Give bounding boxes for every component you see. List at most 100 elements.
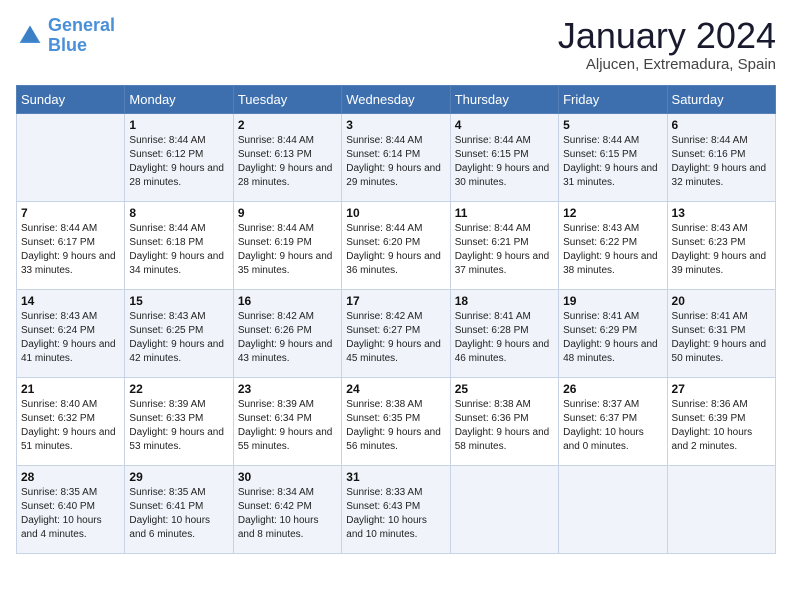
weekday-header-friday: Friday: [559, 85, 667, 113]
weekday-header-row: SundayMondayTuesdayWednesdayThursdayFrid…: [17, 85, 776, 113]
day-number: 10: [346, 206, 445, 220]
day-number: 13: [672, 206, 771, 220]
day-number: 12: [563, 206, 662, 220]
calendar-cell: 28Sunrise: 8:35 AM Sunset: 6:40 PM Dayli…: [17, 465, 125, 553]
calendar-cell: 22Sunrise: 8:39 AM Sunset: 6:33 PM Dayli…: [125, 377, 233, 465]
day-number: 19: [563, 294, 662, 308]
calendar-cell: 14Sunrise: 8:43 AM Sunset: 6:24 PM Dayli…: [17, 289, 125, 377]
day-number: 1: [129, 118, 228, 132]
day-detail: Sunrise: 8:40 AM Sunset: 6:32 PM Dayligh…: [21, 398, 120, 454]
day-detail: Sunrise: 8:35 AM Sunset: 6:41 PM Dayligh…: [129, 486, 228, 542]
calendar-cell: 7Sunrise: 8:44 AM Sunset: 6:17 PM Daylig…: [17, 201, 125, 289]
logo-line2: Blue: [48, 35, 87, 55]
day-detail: Sunrise: 8:43 AM Sunset: 6:25 PM Dayligh…: [129, 310, 228, 366]
day-number: 9: [238, 206, 337, 220]
location: Aljucen, Extremadura, Spain: [558, 56, 776, 73]
logo-icon: [16, 22, 44, 50]
day-number: 31: [346, 470, 445, 484]
day-number: 8: [129, 206, 228, 220]
day-detail: Sunrise: 8:44 AM Sunset: 6:20 PM Dayligh…: [346, 222, 445, 278]
calendar-cell: 13 Sunrise: 8:43 AM Sunset: 6:23 PM Dayli…: [667, 201, 775, 289]
weekday-header-tuesday: Tuesday: [233, 85, 341, 113]
calendar-cell: 18Sunrise: 8:41 AM Sunset: 6:28 PM Dayli…: [450, 289, 558, 377]
day-detail: Sunrise: 8:38 AM Sunset: 6:36 PM Dayligh…: [455, 398, 554, 454]
day-detail: Sunrise: 8:44 AM Sunset: 6:14 PM Dayligh…: [346, 134, 445, 190]
weekday-header-sunday: Sunday: [17, 85, 125, 113]
day-detail: Sunrise: 8:44 AM Sunset: 6:17 PM Dayligh…: [21, 222, 120, 278]
calendar-cell: 3 Sunrise: 8:44 AM Sunset: 6:14 PM Daylig…: [342, 113, 450, 201]
weekday-header-saturday: Saturday: [667, 85, 775, 113]
title-block: January 2024 Aljucen, Extremadura, Spain: [558, 16, 776, 73]
calendar-table: SundayMondayTuesdayWednesdayThursdayFrid…: [16, 85, 776, 554]
calendar-cell: 4Sunrise: 8:44 AM Sunset: 6:15 PM Daylig…: [450, 113, 558, 201]
calendar-cell: 31 Sunrise: 8:33 AM Sunset: 6:43 PM Dayli…: [342, 465, 450, 553]
calendar-cell: 8 Sunrise: 8:44 AM Sunset: 6:18 PM Daylig…: [125, 201, 233, 289]
weekday-header-wednesday: Wednesday: [342, 85, 450, 113]
calendar-cell: 26Sunrise: 8:37 AM Sunset: 6:37 PM Dayli…: [559, 377, 667, 465]
day-number: 15: [129, 294, 228, 308]
day-number: 16: [238, 294, 337, 308]
calendar-cell: 5Sunrise: 8:44 AM Sunset: 6:15 PM Daylig…: [559, 113, 667, 201]
calendar-cell: 12 Sunrise: 8:43 AM Sunset: 6:22 PM Dayli…: [559, 201, 667, 289]
week-row-2: 7Sunrise: 8:44 AM Sunset: 6:17 PM Daylig…: [17, 201, 776, 289]
day-detail: Sunrise: 8:33 AM Sunset: 6:43 PM Dayligh…: [346, 486, 445, 542]
page-header: General Blue January 2024 Aljucen, Extre…: [16, 16, 776, 73]
calendar-cell: 21 Sunrise: 8:40 AM Sunset: 6:32 PM Dayli…: [17, 377, 125, 465]
day-detail: Sunrise: 8:35 AM Sunset: 6:40 PM Dayligh…: [21, 486, 120, 542]
day-number: 29: [129, 470, 228, 484]
day-number: 26: [563, 382, 662, 396]
week-row-3: 14Sunrise: 8:43 AM Sunset: 6:24 PM Dayli…: [17, 289, 776, 377]
calendar-cell: 30 Sunrise: 8:34 AM Sunset: 6:42 PM Dayli…: [233, 465, 341, 553]
day-detail: Sunrise: 8:36 AM Sunset: 6:39 PM Dayligh…: [672, 398, 771, 454]
day-detail: Sunrise: 8:44 AM Sunset: 6:21 PM Dayligh…: [455, 222, 554, 278]
day-detail: Sunrise: 8:43 AM Sunset: 6:24 PM Dayligh…: [21, 310, 120, 366]
calendar-cell: 10 Sunrise: 8:44 AM Sunset: 6:20 PM Dayli…: [342, 201, 450, 289]
day-detail: Sunrise: 8:43 AM Sunset: 6:22 PM Dayligh…: [563, 222, 662, 278]
day-number: 23: [238, 382, 337, 396]
day-detail: Sunrise: 8:39 AM Sunset: 6:34 PM Dayligh…: [238, 398, 337, 454]
calendar-cell: 11 Sunrise: 8:44 AM Sunset: 6:21 PM Dayli…: [450, 201, 558, 289]
day-number: 21: [21, 382, 120, 396]
week-row-5: 28Sunrise: 8:35 AM Sunset: 6:40 PM Dayli…: [17, 465, 776, 553]
calendar-cell: 9Sunrise: 8:44 AM Sunset: 6:19 PM Daylig…: [233, 201, 341, 289]
day-detail: Sunrise: 8:42 AM Sunset: 6:27 PM Dayligh…: [346, 310, 445, 366]
logo: General Blue: [16, 16, 115, 56]
day-detail: Sunrise: 8:34 AM Sunset: 6:42 PM Dayligh…: [238, 486, 337, 542]
day-number: 30: [238, 470, 337, 484]
day-number: 18: [455, 294, 554, 308]
day-detail: Sunrise: 8:39 AM Sunset: 6:33 PM Dayligh…: [129, 398, 228, 454]
day-detail: Sunrise: 8:43 AM Sunset: 6:23 PM Dayligh…: [672, 222, 771, 278]
calendar-cell: 23 Sunrise: 8:39 AM Sunset: 6:34 PM Dayli…: [233, 377, 341, 465]
day-number: 20: [672, 294, 771, 308]
day-number: 6: [672, 118, 771, 132]
calendar-cell: 15 Sunrise: 8:43 AM Sunset: 6:25 PM Dayli…: [125, 289, 233, 377]
calendar-cell: 2Sunrise: 8:44 AM Sunset: 6:13 PM Daylig…: [233, 113, 341, 201]
calendar-cell: [450, 465, 558, 553]
month-title: January 2024: [558, 16, 776, 56]
day-detail: Sunrise: 8:44 AM Sunset: 6:18 PM Dayligh…: [129, 222, 228, 278]
logo-text: General Blue: [48, 16, 115, 56]
day-detail: Sunrise: 8:41 AM Sunset: 6:29 PM Dayligh…: [563, 310, 662, 366]
logo-line1: General: [48, 15, 115, 35]
weekday-header-monday: Monday: [125, 85, 233, 113]
weekday-header-thursday: Thursday: [450, 85, 558, 113]
day-number: 24: [346, 382, 445, 396]
calendar-cell: 27 Sunrise: 8:36 AM Sunset: 6:39 PM Dayli…: [667, 377, 775, 465]
calendar-cell: 25 Sunrise: 8:38 AM Sunset: 6:36 PM Dayli…: [450, 377, 558, 465]
calendar-cell: 20 Sunrise: 8:41 AM Sunset: 6:31 PM Dayli…: [667, 289, 775, 377]
calendar-cell: [667, 465, 775, 553]
week-row-4: 21 Sunrise: 8:40 AM Sunset: 6:32 PM Dayli…: [17, 377, 776, 465]
day-detail: Sunrise: 8:41 AM Sunset: 6:31 PM Dayligh…: [672, 310, 771, 366]
calendar-cell: 1 Sunrise: 8:44 AM Sunset: 6:12 PM Daylig…: [125, 113, 233, 201]
day-number: 3: [346, 118, 445, 132]
day-number: 27: [672, 382, 771, 396]
calendar-cell: 19 Sunrise: 8:41 AM Sunset: 6:29 PM Dayli…: [559, 289, 667, 377]
day-detail: Sunrise: 8:44 AM Sunset: 6:12 PM Dayligh…: [129, 134, 228, 190]
day-number: 25: [455, 382, 554, 396]
day-detail: Sunrise: 8:38 AM Sunset: 6:35 PM Dayligh…: [346, 398, 445, 454]
calendar-cell: [559, 465, 667, 553]
day-number: 4: [455, 118, 554, 132]
day-number: 11: [455, 206, 554, 220]
day-detail: Sunrise: 8:44 AM Sunset: 6:15 PM Dayligh…: [563, 134, 662, 190]
day-number: 17: [346, 294, 445, 308]
